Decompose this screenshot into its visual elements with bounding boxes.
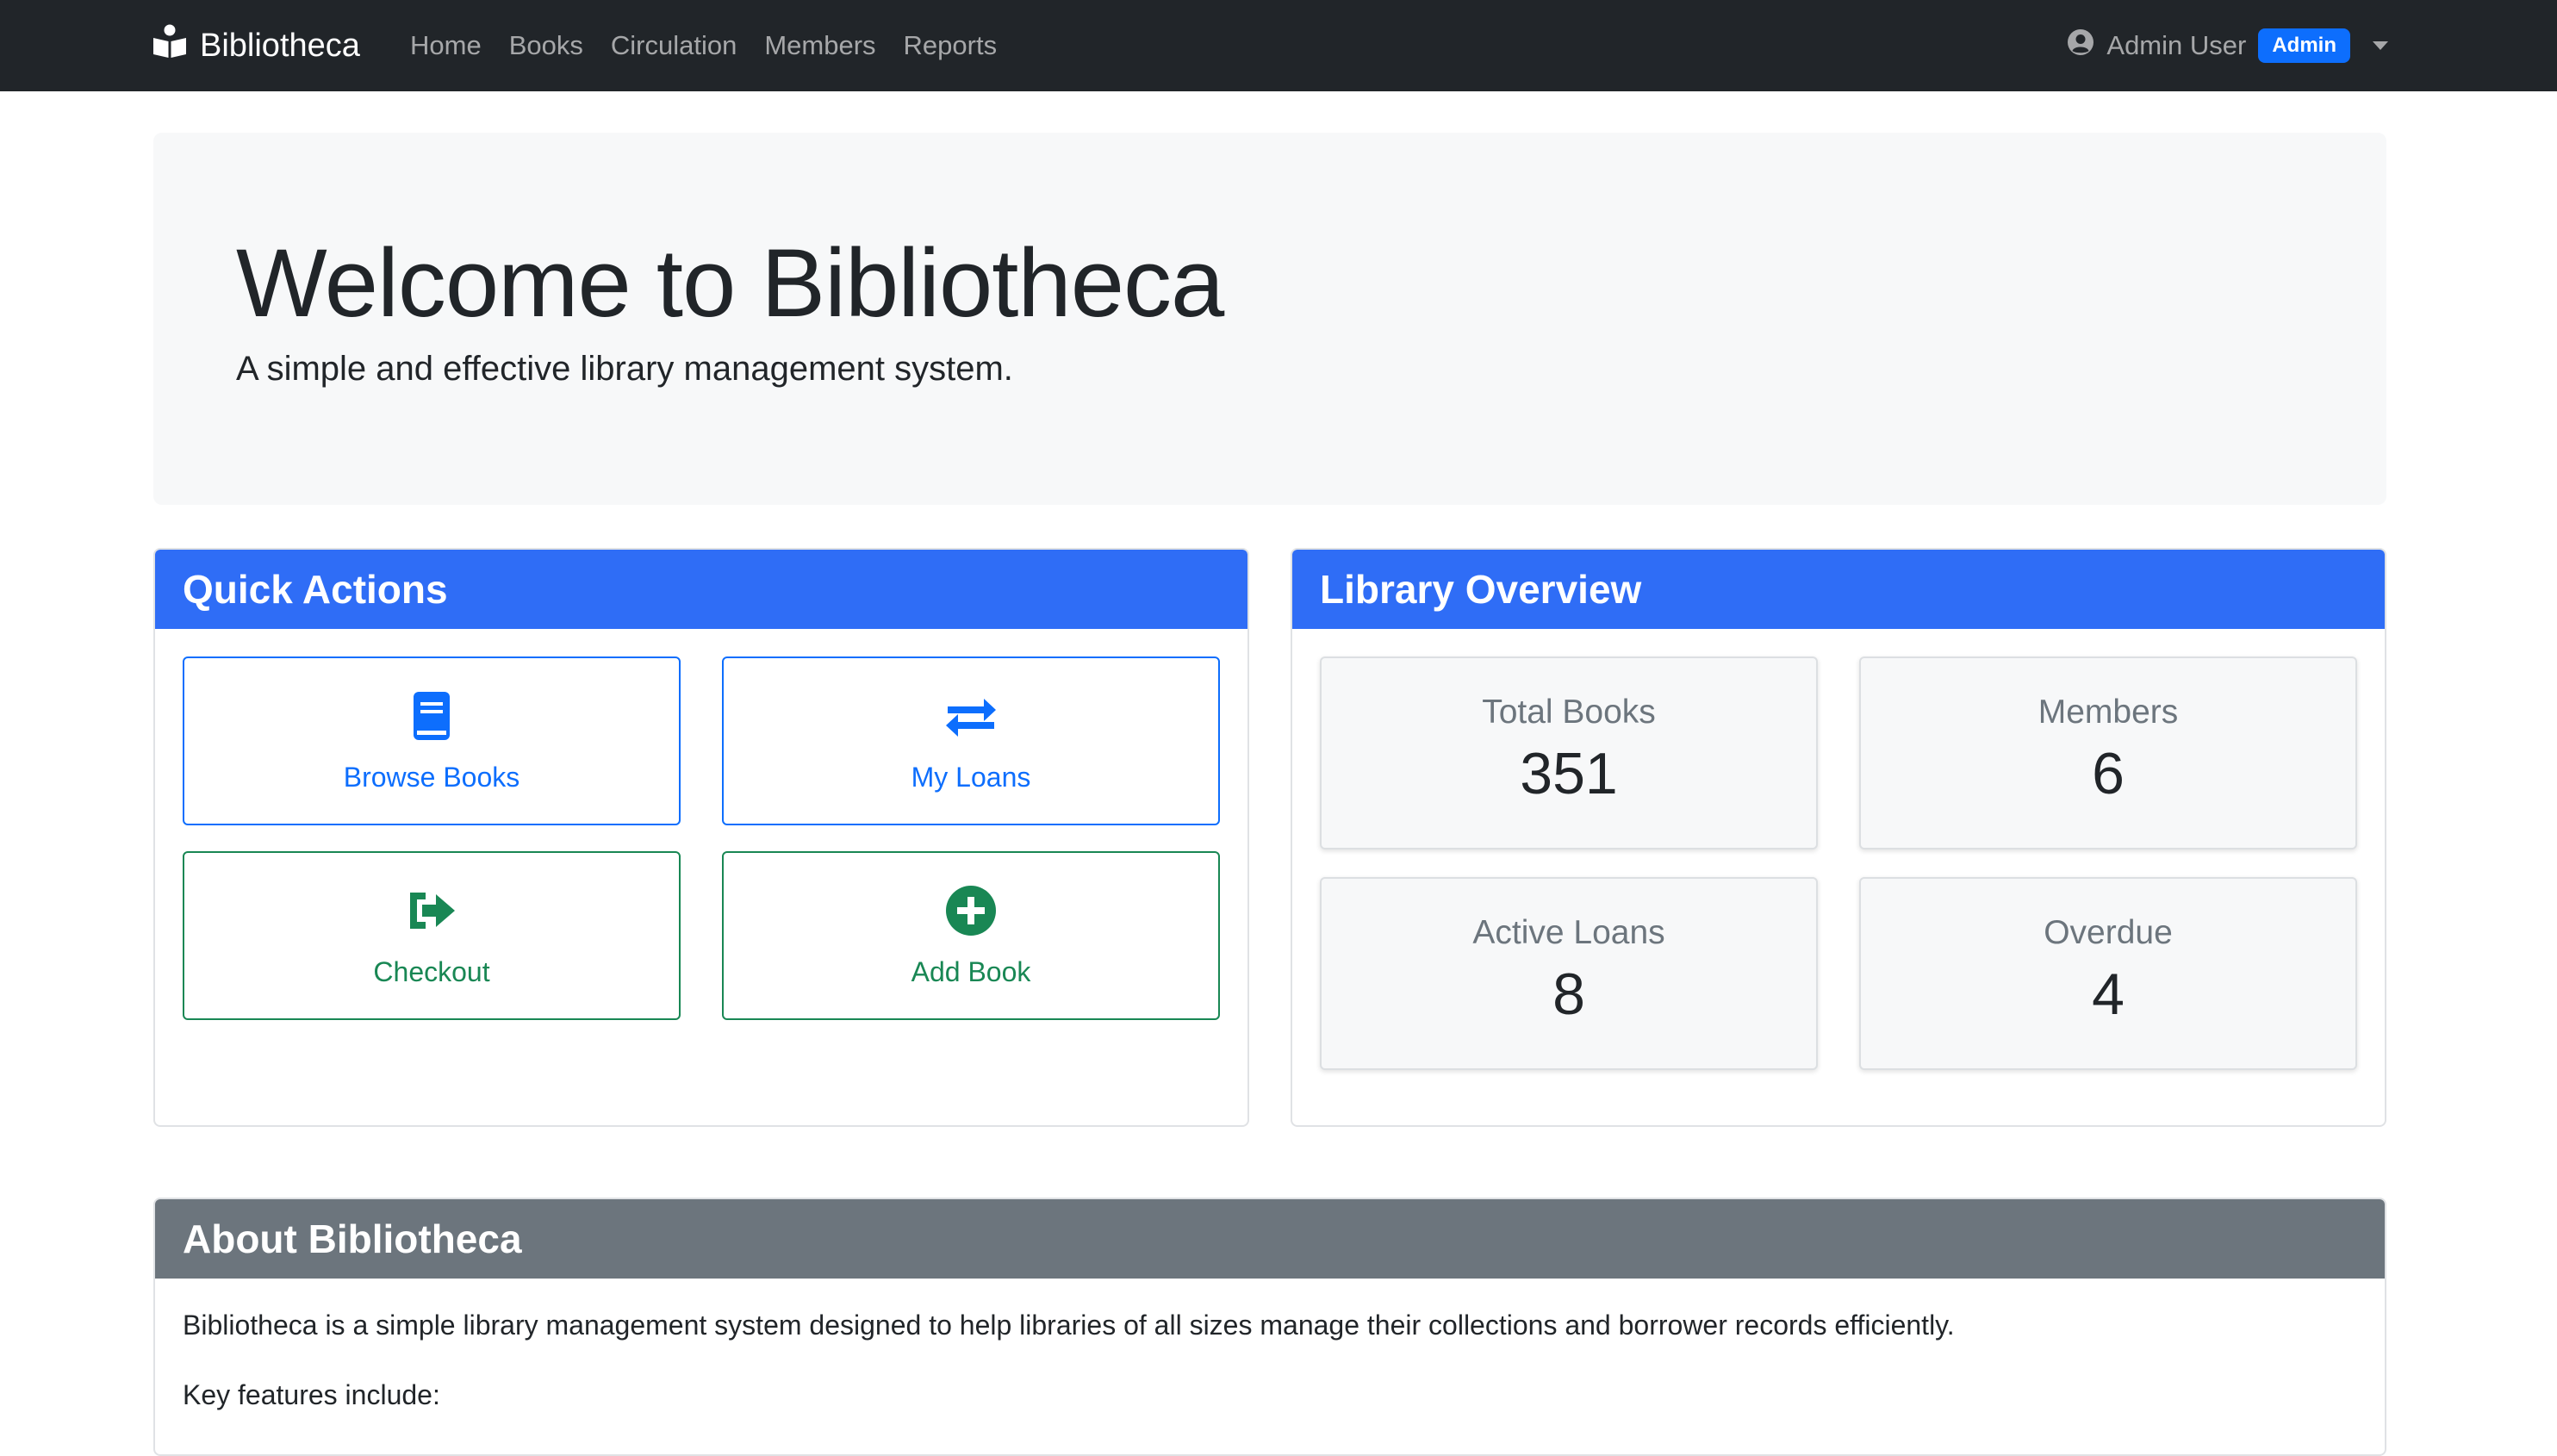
quick-actions-header: Quick Actions bbox=[155, 550, 1247, 629]
quick-actions-card: Quick Actions Browse Books My Loans Chec… bbox=[153, 548, 1249, 1127]
about-body: Bibliotheca is a simple library manageme… bbox=[155, 1279, 2385, 1454]
about-description: Bibliotheca is a simple library manageme… bbox=[183, 1310, 1955, 1341]
features-heading: Key features include: bbox=[183, 1379, 440, 1410]
add-book-button[interactable]: Add Book bbox=[722, 851, 1220, 1020]
checkout-label: Checkout bbox=[373, 955, 490, 987]
stat-value: 8 bbox=[1552, 961, 1585, 1027]
nav-circulation[interactable]: Circulation bbox=[611, 30, 737, 61]
sign-out-icon bbox=[405, 884, 458, 944]
page-subtitle: A simple and effective library managemen… bbox=[236, 350, 1013, 388]
stat-value: 4 bbox=[2092, 961, 2125, 1027]
user-circle-icon bbox=[2067, 28, 2094, 63]
book-icon bbox=[405, 689, 458, 750]
add-book-label: Add Book bbox=[911, 955, 1031, 987]
brand-name: Bibliotheca bbox=[200, 27, 360, 64]
browse-books-label: Browse Books bbox=[343, 761, 520, 793]
nav-home[interactable]: Home bbox=[410, 30, 482, 61]
stat-value: 6 bbox=[2092, 741, 2125, 806]
welcome-jumbotron: Welcome to Bibliotheca A simple and effe… bbox=[153, 133, 2386, 505]
nav-members[interactable]: Members bbox=[764, 30, 875, 61]
stat-total-books: Total Books 351 bbox=[1320, 656, 1818, 849]
plus-circle-icon bbox=[944, 884, 998, 944]
top-navbar: Bibliotheca Home Books Circulation Membe… bbox=[0, 0, 2557, 91]
user-name: Admin User bbox=[2106, 30, 2247, 60]
about-header: About Bibliotheca bbox=[155, 1199, 2385, 1279]
chevron-down-icon bbox=[2373, 41, 2388, 50]
nav-reports[interactable]: Reports bbox=[904, 30, 998, 61]
library-overview-card: Library Overview Total Books 351 Members… bbox=[1291, 548, 2386, 1127]
stat-label: Overdue bbox=[2044, 914, 2173, 951]
stat-label: Active Loans bbox=[1472, 914, 1665, 951]
browse-books-button[interactable]: Browse Books bbox=[183, 656, 681, 825]
stat-label: Total Books bbox=[1482, 694, 1656, 731]
brand-link[interactable]: Bibliotheca bbox=[152, 0, 360, 91]
stat-value: 351 bbox=[1520, 741, 1618, 806]
role-badge: Admin bbox=[2258, 28, 2350, 63]
stat-members: Members 6 bbox=[1859, 656, 2357, 849]
nav-books[interactable]: Books bbox=[509, 30, 583, 61]
stat-active-loans: Active Loans 8 bbox=[1320, 877, 1818, 1070]
checkout-button[interactable]: Checkout bbox=[183, 851, 681, 1020]
stat-label: Members bbox=[2038, 694, 2179, 731]
book-reader-icon bbox=[152, 23, 188, 68]
exchange-icon bbox=[944, 689, 998, 750]
stat-overdue: Overdue 4 bbox=[1859, 877, 2357, 1070]
user-menu-toggle[interactable]: Admin User Admin bbox=[2067, 0, 2388, 91]
library-overview-header: Library Overview bbox=[1292, 550, 2385, 629]
about-card: About Bibliotheca Bibliotheca is a simpl… bbox=[153, 1198, 2386, 1456]
my-loans-label: My Loans bbox=[911, 761, 1031, 793]
main-nav: Home Books Circulation Members Reports bbox=[410, 0, 997, 91]
my-loans-button[interactable]: My Loans bbox=[722, 656, 1220, 825]
page-title: Welcome to Bibliotheca bbox=[236, 229, 1224, 337]
